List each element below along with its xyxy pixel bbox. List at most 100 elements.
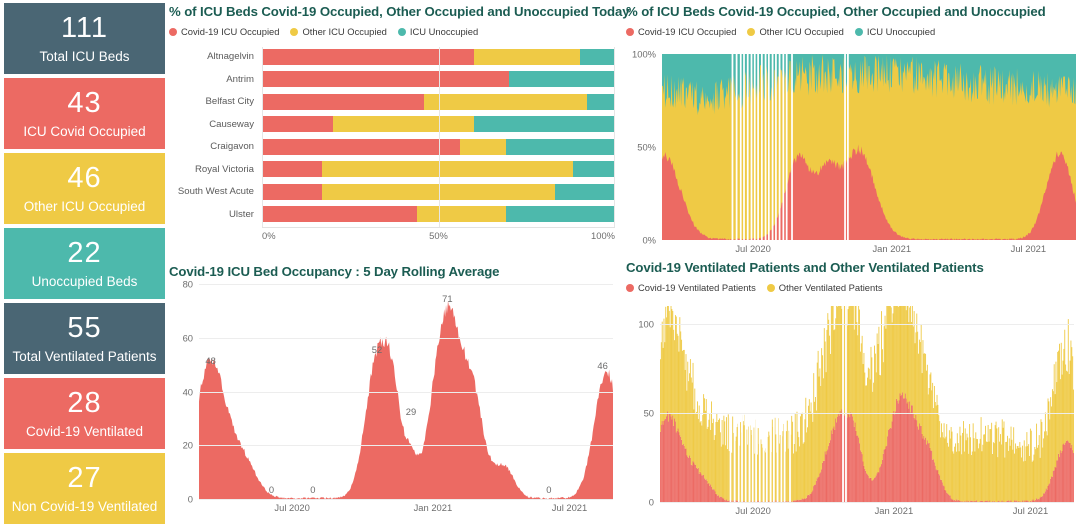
bar-row[interactable]: Altnagelvin (169, 47, 615, 66)
y-tick-label: 0% (642, 234, 656, 246)
legend-pct-icu-over-time: Covid-19 ICU Occupied Other ICU Occupied… (626, 26, 1076, 37)
bar-segment-unoccupied[interactable] (505, 138, 615, 155)
bar-row[interactable]: Antrim (169, 70, 615, 89)
legend-label: Other Ventilated Patients (778, 282, 883, 293)
bar-segment-covid[interactable] (262, 206, 418, 222)
legend-swatch-icon (626, 27, 634, 36)
legend-item-covid-icu[interactable]: Covid-19 ICU Occupied (626, 26, 736, 37)
bar-segment-other[interactable] (424, 93, 587, 110)
bar-category-label: Altnagelvin (207, 51, 254, 62)
kpi-label: ICU Covid Occupied (23, 123, 146, 139)
legend-label: ICU Unoccupied (866, 26, 936, 37)
bar-segment-unoccupied[interactable] (509, 71, 615, 87)
kpi-tile-non-covid-19-ventilated[interactable]: 27 Non Covid-19 Ventilated (4, 453, 165, 524)
bar-segment-other[interactable] (473, 48, 580, 65)
bar-segment-unoccupied[interactable] (554, 183, 615, 200)
bar-segment-other[interactable] (417, 206, 506, 222)
kpi-value: 28 (67, 386, 102, 419)
bar-segment-covid[interactable] (262, 116, 333, 132)
legend-ventilated-patients: Covid-19 Ventilated Patients Other Venti… (626, 282, 1076, 293)
legend-label: Covid-19 Ventilated Patients (638, 282, 756, 293)
kpi-label: Covid-19 Ventilated (25, 423, 144, 439)
bar-segment-covid[interactable] (262, 183, 322, 200)
bar-segment-other[interactable] (459, 138, 506, 155)
data-label: 48 (205, 355, 216, 366)
kpi-value: 27 (67, 461, 102, 494)
x-tick-label: Jan 2021 (874, 505, 914, 516)
bar-track (262, 161, 615, 177)
bar-track (262, 206, 615, 222)
kpi-label: Total ICU Beds (39, 48, 130, 64)
bar-row[interactable]: Belfast City (169, 92, 615, 111)
legend-swatch-icon (854, 27, 863, 36)
x-tick-label: 50% (429, 230, 448, 241)
x-tick-label: 0% (262, 230, 276, 241)
bar-segment-covid[interactable] (262, 138, 460, 155)
bar-category-label: Craigavon (210, 141, 254, 152)
legend-item-other-ventilated[interactable]: Other Ventilated Patients (766, 282, 883, 293)
y-axis-pct-icu: 0% 50% 100% (626, 49, 660, 246)
bar-track (262, 48, 615, 65)
kpi-tile-covid-19-ventilated[interactable]: 28 Covid-19 Ventilated (4, 378, 165, 449)
chart-canvas-pct-icu (662, 54, 1076, 240)
x-tick-label: Jul 2021 (1012, 505, 1049, 516)
x-tick-label: Jul 2020 (735, 505, 771, 516)
kpi-tile-total-ventilated-patients[interactable]: 55 Total Ventilated Patients (4, 303, 165, 374)
bar-row[interactable]: Craigavon (169, 137, 615, 156)
legend-item-icu-unoccupied[interactable]: ICU Unoccupied (397, 26, 478, 37)
legend-item-covid-icu[interactable]: Covid-19 ICU Occupied (169, 26, 279, 37)
y-tick-label: 0 (187, 493, 193, 505)
x-axis-pct-icu: Jul 2020 Jan 2021 Jul 2021 (662, 243, 1076, 257)
bar-category-label: Belfast City (205, 96, 254, 107)
legend-swatch-icon (626, 283, 634, 292)
icu-dashboard: 111 Total ICU Beds 43 ICU Covid Occupied… (0, 0, 1080, 529)
legend-swatch-icon (747, 27, 756, 36)
grid-lines (660, 306, 1074, 503)
x-axis-icu-occupancy: Jul 2020 Jan 2021 Jul 2021 (199, 502, 613, 516)
legend-item-covid-ventilated[interactable]: Covid-19 Ventilated Patients (626, 282, 756, 293)
data-label: 0 (310, 484, 316, 495)
legend-item-other-icu[interactable]: Other ICU Occupied (747, 26, 844, 37)
bar-segment-covid[interactable] (262, 161, 322, 177)
chart-title-pct-icu-over-time: % of ICU Beds Covid-19 Occupied, Other O… (626, 4, 1046, 19)
plot-area-pct-icu: 0% 50% 100% Jul 2020 Jan 2021 Jul 2021 (626, 49, 1076, 260)
bar-segment-unoccupied[interactable] (586, 93, 615, 110)
kpi-tile-column: 111 Total ICU Beds 43 ICU Covid Occupied… (4, 3, 165, 529)
chart-canvas-icu-occupancy: 48 0 0 52 29 71 0 46 (199, 284, 613, 500)
legend-label: Other ICU Occupied (302, 26, 387, 37)
bar-track (262, 138, 615, 155)
bar-segment-unoccupied[interactable] (473, 116, 615, 132)
x-axis-hospitals: 0% 50% 100% (262, 227, 615, 242)
kpi-tile-total-icu-beds[interactable]: 111 Total ICU Beds (4, 3, 165, 74)
panel-icu-occupancy-rolling: Covid-19 ICU Bed Occupancy : 5 Day Rolli… (169, 264, 615, 529)
x-tick-label: Jan 2021 (872, 243, 912, 254)
kpi-value: 22 (67, 236, 102, 269)
bar-row[interactable]: Royal Victoria (169, 160, 615, 179)
bar-segment-covid[interactable] (262, 93, 425, 110)
kpi-tile-other-icu-occupied[interactable]: 46 Other ICU Occupied (4, 153, 165, 224)
x-tick-label: 100% (591, 230, 615, 241)
bar-segment-covid[interactable] (262, 71, 510, 87)
x-tick-label: Jul 2021 (1010, 243, 1047, 254)
legend-item-icu-unoccupied[interactable]: ICU Unoccupied (854, 26, 936, 37)
y-tick-label: 80 (182, 278, 193, 290)
bar-row[interactable]: Ulster (169, 205, 615, 224)
kpi-tile-icu-covid-occupied[interactable]: 43 ICU Covid Occupied (4, 78, 165, 149)
y-axis-ventilated: 0 50 100 (626, 306, 658, 507)
x-tick-label: Jul 2020 (735, 243, 771, 254)
bar-row[interactable]: South West Acute (169, 182, 615, 201)
bar-segment-covid[interactable] (262, 48, 474, 65)
bar-segment-unoccupied[interactable] (572, 161, 615, 177)
bar-segment-other[interactable] (322, 183, 555, 200)
data-label: 71 (442, 293, 453, 305)
bar-row[interactable]: Causeway (169, 115, 615, 134)
bar-segment-other[interactable] (332, 116, 474, 132)
bar-segment-other[interactable] (322, 161, 573, 177)
kpi-value: 46 (67, 161, 102, 194)
x-tick-label: Jan 2021 (413, 502, 453, 513)
kpi-tile-unoccupied-beds[interactable]: 22 Unoccupied Beds (4, 228, 165, 299)
bar-segment-unoccupied[interactable] (505, 206, 615, 222)
bar-category-label: Royal Victoria (194, 163, 254, 175)
bar-segment-unoccupied[interactable] (579, 48, 615, 65)
legend-item-other-icu[interactable]: Other ICU Occupied (290, 26, 387, 37)
